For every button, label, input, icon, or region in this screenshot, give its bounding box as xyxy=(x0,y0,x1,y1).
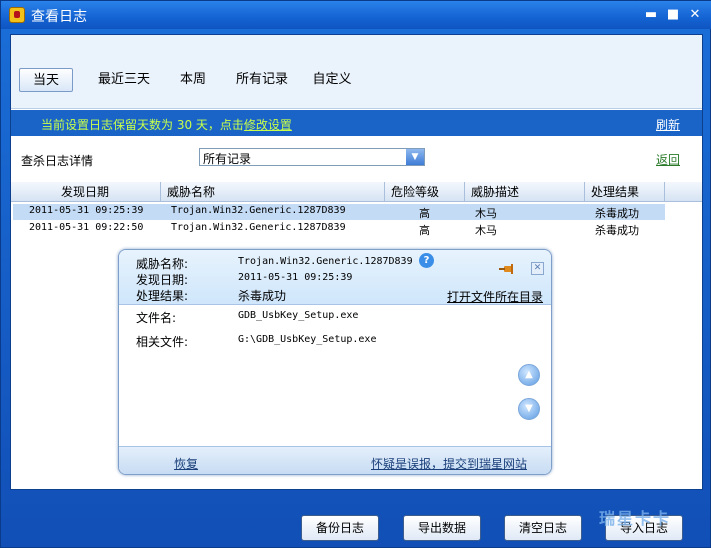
record-filter-select[interactable]: 所有记录 ▼ xyxy=(199,148,425,166)
table-header: 发现日期 威胁名称 危险等级 威胁描述 处理结果 xyxy=(11,182,702,202)
help-icon[interactable]: ? xyxy=(419,253,434,268)
col-danger-level[interactable]: 危险等级 xyxy=(385,182,465,202)
related-file-value: G:\GDB_UsbKey_Setup.exe xyxy=(238,334,377,345)
cell-threat: Trojan.Win32.Generic.1287D839 xyxy=(171,205,346,216)
result-label: 处理结果: xyxy=(136,289,189,303)
tab-last-three-days[interactable]: 最近三天 xyxy=(93,68,155,92)
open-folder-link[interactable]: 打开文件所在目录 xyxy=(447,288,543,305)
restore-link[interactable]: 恢复 xyxy=(174,455,198,472)
close-icon[interactable]: ✕ xyxy=(686,6,704,24)
popup-close-icon[interactable]: ✕ xyxy=(531,262,544,275)
backup-log-button[interactable]: 备份日志 xyxy=(301,515,379,541)
pin-icon[interactable] xyxy=(499,264,515,274)
watermark-logo: 瑞星卡卡 xyxy=(599,509,672,528)
file-name-value: GDB_UsbKey_Setup.exe xyxy=(238,310,359,321)
col-threat-name[interactable]: 威胁名称 xyxy=(161,182,385,202)
found-date-label: 发现日期: xyxy=(136,273,189,287)
window-title: 查看日志 xyxy=(31,9,87,25)
related-file-label: 相关文件: xyxy=(136,335,189,349)
col-threat-desc[interactable]: 威胁描述 xyxy=(465,182,585,202)
cell-result: 杀毒成功 xyxy=(595,207,639,220)
found-date-value: 2011-05-31 09:25:39 xyxy=(238,272,353,283)
table-row[interactable]: 2011-05-31 09:25:39 Trojan.Win32.Generic… xyxy=(13,204,665,220)
modify-settings-link[interactable]: 修改设置 xyxy=(244,118,292,132)
tab-this-week[interactable]: 本周 xyxy=(173,68,213,92)
tab-today[interactable]: 当天 xyxy=(19,68,73,92)
filter-selected-value: 所有记录 xyxy=(203,152,252,166)
cell-desc: 木马 xyxy=(475,207,497,220)
cell-level: 高 xyxy=(419,224,430,237)
cell-date: 2011-05-31 09:25:39 xyxy=(29,205,144,216)
threat-detail-popup: 威胁名称: Trojan.Win32.Generic.1287D839 ? 发现… xyxy=(118,249,552,475)
popup-footer: 恢复 怀疑是误报，提交到瑞星网站 xyxy=(119,446,551,474)
minimize-icon[interactable]: ▬ xyxy=(642,6,660,24)
refresh-link[interactable]: 刷新 xyxy=(656,116,680,133)
threat-name-value: Trojan.Win32.Generic.1287D839 xyxy=(238,256,413,267)
period-tabs: 当天 最近三天 本周 所有记录 自定义 xyxy=(11,35,702,109)
table-row[interactable]: 2011-05-31 09:22:50 Trojan.Win32.Generic… xyxy=(13,221,665,237)
back-link[interactable]: 返回 xyxy=(656,151,680,168)
chevron-down-icon[interactable]: ▼ xyxy=(406,149,424,165)
maximize-icon[interactable]: ■ xyxy=(664,6,682,24)
popup-header: 威胁名称: Trojan.Win32.Generic.1287D839 ? 发现… xyxy=(119,250,551,305)
cell-level: 高 xyxy=(419,207,430,220)
export-data-button[interactable]: 导出数据 xyxy=(403,515,481,541)
cell-result: 杀毒成功 xyxy=(595,224,639,237)
retention-notice: 当前设置日志保留天数为 30 天，点击修改设置 xyxy=(41,116,292,133)
cell-date: 2011-05-31 09:22:50 xyxy=(29,222,144,233)
filter-label: 查杀日志详情 xyxy=(21,154,94,168)
file-name-label: 文件名: xyxy=(136,311,177,325)
tab-custom[interactable]: 自定义 xyxy=(309,68,355,92)
log-viewer-window: 查看日志 ▬ ■ ✕ 当天 最近三天 本周 所有记录 自定义 当前设置日志保留天… xyxy=(0,0,711,548)
retention-notice-bar: 当前设置日志保留天数为 30 天，点击修改设置 刷新 xyxy=(11,110,702,136)
col-result[interactable]: 处理结果 xyxy=(585,182,665,202)
report-false-positive-link[interactable]: 怀疑是误报，提交到瑞星网站 xyxy=(371,455,527,472)
cell-desc: 木马 xyxy=(475,224,497,237)
app-icon xyxy=(9,7,25,23)
scroll-up-icon[interactable]: ▲ xyxy=(518,364,540,386)
title-bar[interactable]: 查看日志 ▬ ■ ✕ xyxy=(1,1,711,29)
col-date[interactable]: 发现日期 xyxy=(11,182,161,202)
filter-row: 查杀日志详情 所有记录 ▼ 返回 xyxy=(11,136,702,182)
scroll-down-icon[interactable]: ▼ xyxy=(518,398,540,420)
threat-name-label: 威胁名称: xyxy=(136,257,189,271)
notice-text: 当前设置日志保留天数为 30 天，点击 xyxy=(41,118,244,132)
cell-threat: Trojan.Win32.Generic.1287D839 xyxy=(171,222,346,233)
clear-log-button[interactable]: 清空日志 xyxy=(504,515,582,541)
result-value: 杀毒成功 xyxy=(238,289,287,303)
tab-all-records[interactable]: 所有记录 xyxy=(233,68,291,92)
